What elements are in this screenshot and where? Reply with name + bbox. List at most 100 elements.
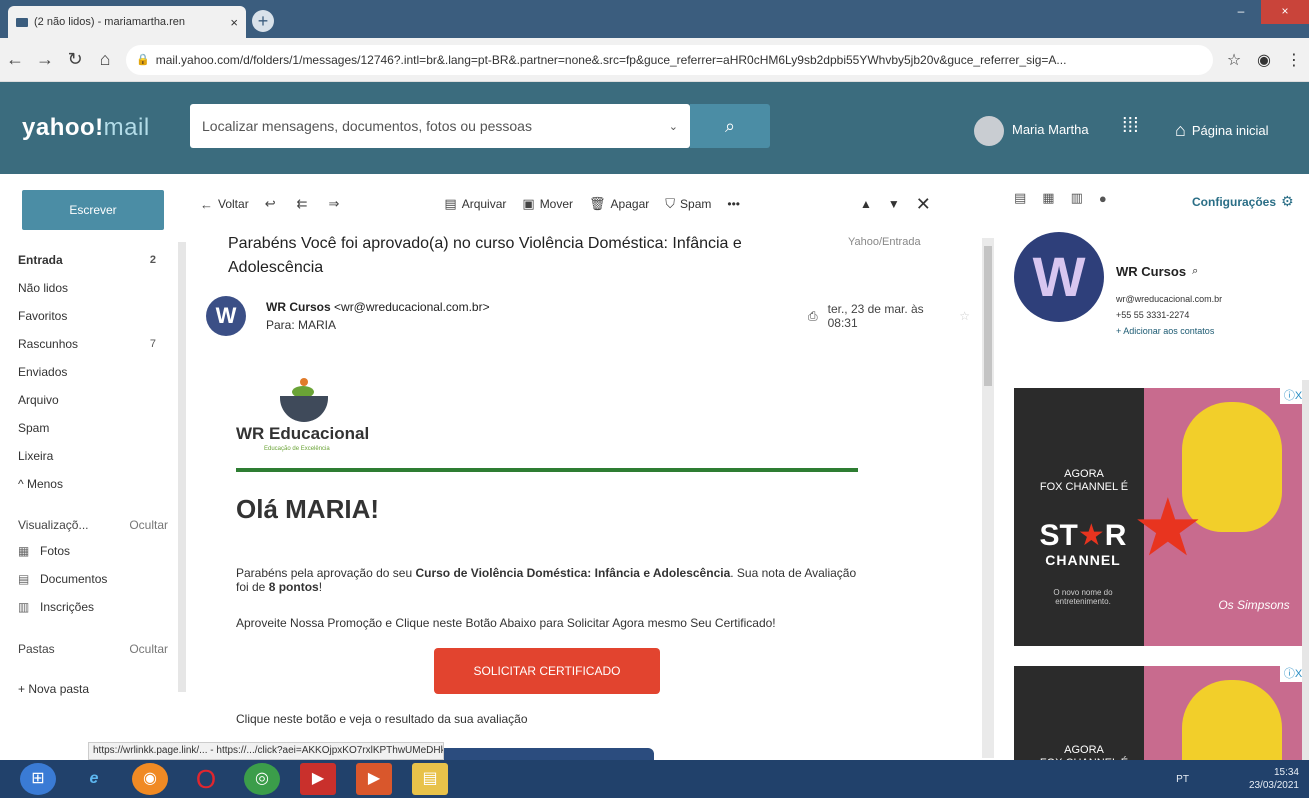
request-certificate-button[interactable]: SOLICITAR CERTIFICADO [434, 648, 660, 694]
profile-icon[interactable]: ◉ [1249, 50, 1279, 70]
browser-menu-icon[interactable]: ⋮ [1279, 50, 1309, 70]
chevron-down-icon[interactable]: ⌄ [669, 120, 678, 133]
archive-label: Arquivar [461, 197, 507, 211]
folder-unread[interactable]: Não lidos [18, 274, 168, 302]
forward-button[interactable]: ⇒ [329, 196, 345, 212]
status-link-url: https://wrlinkk.page.link/... - https://… [88, 742, 444, 760]
move-label: Mover [539, 197, 574, 211]
folder-drafts[interactable]: Rascunhos 7 [18, 330, 168, 358]
sidebar-scrollbar[interactable] [178, 242, 186, 692]
start-button-icon[interactable]: ⊞ [20, 763, 56, 795]
mail-header: yahoo!mail Localizar mensagens, document… [0, 82, 1309, 174]
browser-tab[interactable]: (2 não lidos) - mariamartha.ren × [8, 6, 246, 38]
recipient-line: Para: MARIA [266, 318, 337, 332]
sidebar: Escrever Entrada 2 Não lidos Favoritos Ra… [0, 174, 178, 744]
right-panel-scrollbar[interactable] [1302, 380, 1309, 760]
home-icon[interactable]: ⌂ [90, 49, 120, 70]
new-folder-link[interactable]: + Nova pasta [18, 682, 89, 696]
folder-label: Enviados [18, 365, 68, 379]
spam-button[interactable]: ⛉ Spam [665, 196, 711, 212]
help-icon[interactable]: ● [1099, 191, 1107, 206]
logo-dot [300, 378, 308, 386]
file-explorer-icon[interactable]: ▤ [412, 763, 448, 795]
folder-archive[interactable]: Arquivo [18, 386, 168, 414]
previous-message-button[interactable]: ▲ [860, 197, 872, 211]
internet-explorer-icon[interactable]: e [76, 763, 112, 795]
back-arrow-icon[interactable]: ← [0, 49, 30, 70]
search-input[interactable]: Localizar mensagens, documentos, fotos o… [190, 104, 690, 148]
message-folder-label[interactable]: Yahoo/Entrada [848, 236, 921, 248]
delete-button[interactable]: 🗑 Apagar [589, 196, 649, 212]
tab-title: (2 não lidos) - mariamartha.ren [34, 16, 186, 28]
message-scrollbar-thumb[interactable] [984, 246, 992, 386]
user-avatar[interactable] [974, 116, 1004, 146]
folders-hide-link[interactable]: Ocultar [129, 642, 168, 656]
close-window-button[interactable]: × [1261, 0, 1309, 24]
new-tab-button[interactable]: + [252, 10, 274, 32]
contact-name[interactable]: WR Cursos ⌕ [1116, 264, 1198, 279]
minimize-button[interactable]: – [1221, 0, 1261, 24]
reply-button[interactable]: ↩ [265, 196, 281, 212]
pdf-reader-icon[interactable]: ▶ [300, 763, 336, 795]
views-hide-link[interactable]: Ocultar [129, 518, 168, 532]
ad-subtext: O novo nome do entretenimento. [1053, 588, 1113, 606]
folder-list: Entrada 2 Não lidos Favoritos Rascunhos 7 … [18, 246, 168, 498]
reload-icon[interactable]: ↻ [60, 49, 90, 70]
contact-email[interactable]: wr@wreducacional.com.br [1116, 294, 1222, 304]
folder-trash[interactable]: Lixeira [18, 442, 168, 470]
chrome-icon[interactable]: ◎ [244, 763, 280, 795]
language-indicator[interactable]: PT [1176, 773, 1189, 786]
view-documents[interactable]: ▤ Documentos [18, 572, 107, 586]
search-button[interactable]: ⌕ [690, 104, 770, 148]
star-icon[interactable]: ☆ [959, 309, 970, 323]
contact-avatar: W [1014, 232, 1104, 322]
opera-icon[interactable]: O [188, 763, 224, 795]
advertisement-banner-2[interactable]: AGORAFOX CHANNEL É ⓘX [1014, 666, 1306, 766]
archive-button[interactable]: ▤ Arquivar [444, 196, 506, 212]
reply-all-button[interactable]: ⇇ [297, 196, 313, 212]
search-contact-icon[interactable]: ⌕ [1192, 265, 1198, 278]
brand-name: WR Educacional [236, 424, 370, 443]
sender-line[interactable]: WR Cursos <wr@wreducacional.com.br> [266, 300, 490, 314]
advertisement-banner[interactable]: ★ AGORA FOX CHANNEL É ST★R CHANNEL O novo… [1014, 388, 1306, 646]
url-field[interactable]: 🔒 mail.yahoo.com/d/folders/1/messages/12… [126, 44, 1213, 75]
sender-name: WR Cursos [266, 300, 331, 314]
print-icon[interactable]: ⎙ [808, 309, 818, 324]
folder-starred[interactable]: Favoritos [18, 302, 168, 330]
user-name[interactable]: Maria Martha [1012, 122, 1089, 137]
compose-button[interactable]: Escrever [22, 190, 164, 230]
media-player-icon[interactable]: ▶ [356, 763, 392, 795]
more-button[interactable]: ••• [727, 197, 740, 211]
firefox-icon[interactable]: ◉ [132, 763, 168, 795]
mail-favicon-icon [16, 17, 28, 27]
forward-arrow-icon[interactable]: → [30, 49, 60, 70]
view-label: Fotos [40, 544, 71, 558]
wr-educacional-logo: WR Educacional Educação de Excelência [228, 376, 448, 466]
settings-link[interactable]: Configurações ⚙ [1192, 193, 1294, 210]
back-icon: ← [200, 196, 213, 212]
view-photos[interactable]: ▦ Fotos [18, 544, 70, 558]
notepad-icon[interactable]: ▥ [1071, 190, 1083, 206]
folder-spam[interactable]: Spam [18, 414, 168, 442]
close-message-icon[interactable]: ✕ [916, 194, 931, 215]
calendar-icon[interactable]: ▦ [1042, 190, 1054, 206]
subscriptions-icon: ▥ [18, 600, 30, 614]
move-button[interactable]: ▣ Mover [522, 196, 573, 212]
view-subscriptions[interactable]: ▥ Inscrições [18, 600, 94, 614]
back-button[interactable]: ← Voltar [200, 197, 249, 212]
close-tab-icon[interactable]: × [230, 15, 238, 30]
home-link[interactable]: ⌂ Página inicial [1175, 120, 1268, 141]
url-text: mail.yahoo.com/d/folders/1/messages/1274… [155, 52, 1067, 67]
gear-icon: ⚙ [1281, 193, 1294, 209]
folder-sent[interactable]: Enviados [18, 358, 168, 386]
clock[interactable]: 15:34 23/03/2021 [1249, 766, 1299, 792]
yahoo-mail-logo[interactable]: yahoo!mail [22, 114, 150, 142]
less-toggle[interactable]: ^ Menos [18, 470, 168, 498]
sender-avatar[interactable]: W [206, 296, 246, 336]
next-message-button[interactable]: ▼ [888, 197, 900, 211]
bookmark-star-icon[interactable]: ☆ [1219, 50, 1249, 70]
folder-inbox[interactable]: Entrada 2 [18, 246, 168, 274]
contacts-icon[interactable]: ▤ [1014, 190, 1026, 206]
apps-grid-icon[interactable]: ⁞⁞⁞ [1122, 116, 1139, 136]
add-to-contacts-link[interactable]: + Adicionar aos contatos [1116, 326, 1214, 336]
